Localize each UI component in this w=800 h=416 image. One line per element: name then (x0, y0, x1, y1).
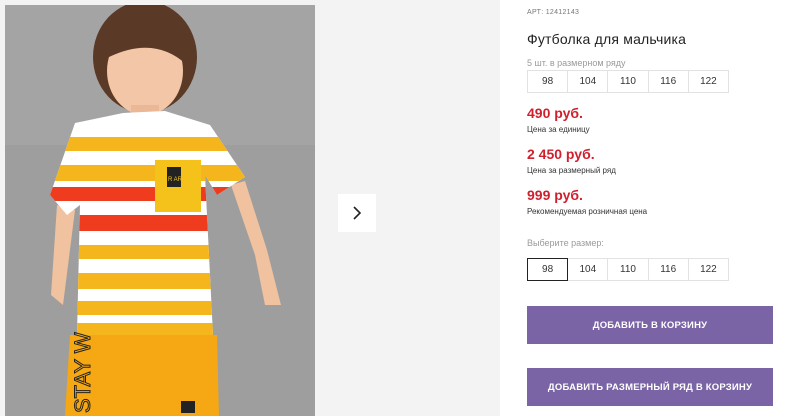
unit-price-note: Цена за единицу (527, 125, 590, 134)
size-option[interactable]: 110 (608, 259, 649, 280)
photo-badge-text: R AR (168, 177, 183, 183)
chevron-right-icon (353, 206, 362, 220)
article-number: АРТ: 12412143 (527, 9, 579, 16)
product-gallery: R AR STAY W (0, 0, 500, 416)
article-label: АРТ: (527, 9, 544, 16)
unit-price: 490 руб. (527, 105, 583, 121)
retail-price-note: Рекомендуемая розничная цена (527, 207, 648, 216)
add-to-cart-button[interactable]: ДОБАВИТЬ В КОРЗИНУ (527, 306, 773, 344)
add-pack-to-cart-button[interactable]: ДОБАВИТЬ РАЗМЕРНЫЙ РЯД В КОРЗИНУ (527, 368, 773, 406)
pack-size-cell: 110 (608, 71, 649, 92)
retail-price: 999 руб. (527, 187, 583, 203)
size-option-selected[interactable]: 98 (527, 258, 569, 281)
pack-size-cell: 122 (700, 76, 717, 87)
pack-price-note: Цена за размерный ряд (527, 166, 616, 175)
choose-size-label: Выберите размер: (527, 238, 604, 248)
gallery-next-button[interactable] (338, 194, 376, 232)
photo-shorts-text: STAY W (70, 332, 95, 413)
size-option[interactable]: 116 (649, 259, 689, 280)
article-value: 12412143 (545, 9, 580, 16)
pack-size-cell: 104 (568, 71, 609, 92)
size-selector: 98 104 110 116 122 (527, 258, 729, 281)
size-option[interactable]: 122 (689, 259, 728, 280)
boy-in-striped-tshirt-image: R AR STAY W (5, 5, 315, 416)
pack-size-cell: 116 (649, 71, 689, 92)
pack-sizes-row: 98 104 110 116 122 (527, 70, 729, 93)
product-title: Футболка для мальчика (527, 31, 687, 47)
product-photo[interactable]: R AR STAY W (5, 5, 315, 416)
pack-price: 2 450 руб. (527, 146, 595, 162)
size-option[interactable]: 104 (568, 259, 609, 280)
pack-size-cell: 98 (528, 71, 569, 92)
pack-label: 5 шт. в размерном ряду (527, 58, 626, 68)
